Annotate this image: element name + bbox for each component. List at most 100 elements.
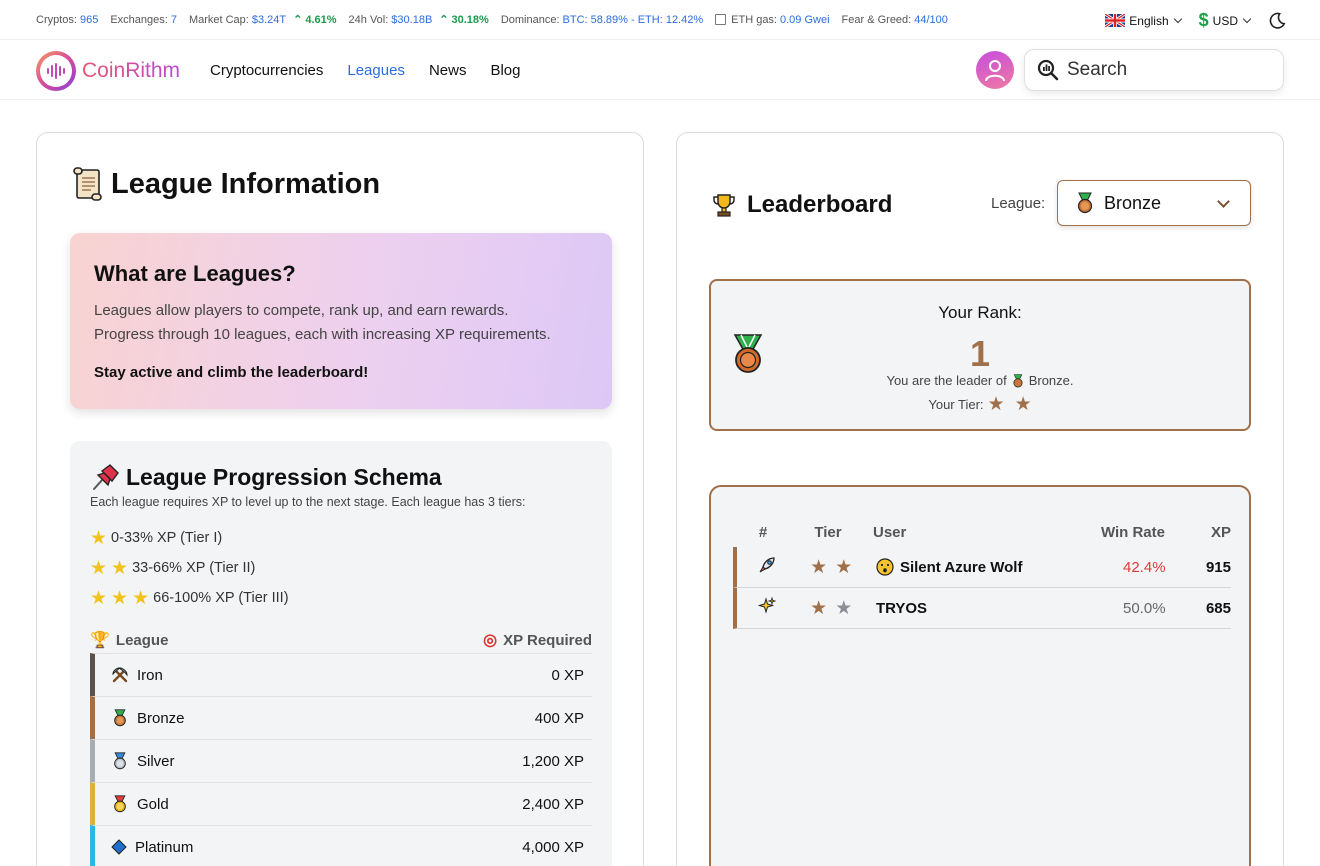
dollar-icon: $ [1198,10,1209,30]
change-value: 30.18% [451,13,489,26]
caret-up-icon: ⌃ [439,14,449,26]
table-header: # Tier User Win Rate XP [733,517,1231,547]
pickaxe-icon [111,666,129,684]
what-are-leagues-card: What are Leagues? Leagues allow players … [70,233,612,409]
dark-mode-toggle-icon[interactable] [1268,12,1286,30]
bronze-medal-icon [1077,192,1093,214]
league-row-platinum: Platinum 4,000 XP [90,825,592,866]
user-cell[interactable]: TRYOS [866,600,1055,617]
star-icon: ★ [987,394,1005,415]
brand-logo[interactable]: CoinRithm [36,51,180,91]
xp-value: 915 [1205,558,1231,576]
col-rank: # [758,523,768,541]
league-dropdown[interactable]: Bronze [1057,180,1251,226]
stat-value: $30.18B [391,13,433,26]
trophy-icon: 🏆 [90,632,110,649]
stat-value: BTC: 58.89% - ETH: 12.42% [562,13,704,26]
stat-label: Market Cap: [188,13,249,26]
currency-selector[interactable]: $ USD [1198,10,1252,31]
league-info-title: League Information [111,167,381,200]
league-xp: 0 XP [551,666,584,684]
stat-cryptos[interactable]: Cryptos: 965 [36,14,98,26]
sparkles-icon [737,596,797,620]
diamond-icon [111,839,127,855]
surprised-face-icon [876,558,894,576]
tier-line-1: ★ 0-33% XP (Tier I) [90,523,592,553]
rocket-icon [737,555,797,579]
tier-stars: ★ ★ [797,556,866,579]
tier-line-3: ★ ★ ★ 66-100% XP (Tier III) [90,583,592,613]
your-rank-card: Your Rank: 1 You are the leader of Bronz… [709,279,1251,431]
nav-link-blog[interactable]: Blog [490,62,520,79]
league-list: Iron 0 XP Bronze 400 XP Silver 1,200 XP Gold 2,… [90,653,592,866]
leader-text: You are the leader of Bronze. [711,373,1249,388]
star-icon: ★ [90,587,108,609]
win-rate: 50.0% [1123,599,1166,617]
volume-change: ⌃ 30.18% [439,13,489,27]
what-line-1: Leagues allow players to compete, rank u… [94,302,509,319]
col-user: User [873,523,907,541]
stat-label: Dominance: [500,13,560,26]
stat-dominance[interactable]: Dominance: BTC: 58.89% - ETH: 12.42% [501,14,703,26]
logo-mark-icon [36,51,76,91]
change-value: 4.61% [305,13,337,26]
search-input[interactable] [1067,59,1267,81]
search-box[interactable] [1024,49,1284,91]
stat-exchanges[interactable]: Exchanges: 7 [110,14,177,26]
nav-link-news[interactable]: News [429,62,467,79]
star-empty-icon: ★ [835,597,853,619]
league-xp-header: 🏆 League ◎ XP Required [90,627,592,653]
star-icon: ★ [132,587,150,609]
col-win-rate: Win Rate [1100,523,1165,541]
username: TRYOS [875,599,928,617]
col-xp-required: XP Required [503,631,592,649]
user-avatar[interactable] [976,51,1014,89]
what-are-leagues-title: What are Leagues? [94,261,296,286]
league-select-label: League: [991,195,1046,212]
stat-value: $3.24T [251,13,287,26]
language-label: English [1129,13,1169,28]
stat-fear-greed[interactable]: Fear & Greed: 44/100 [842,14,948,26]
stat-marketcap[interactable]: Market Cap: $3.24T ⌃ 4.61% [188,13,337,27]
star-icon: ★ [810,597,828,619]
league-name-cell: Platinum [111,839,193,856]
star-icon: ★ [90,557,108,579]
table-row[interactable]: ★ ★ TRYOS 50.0% 685 [733,588,1231,629]
league-row-iron: Iron 0 XP [90,653,592,696]
leader-text-prefix: You are the leader of [886,373,1007,388]
league-name-cell: Iron [111,666,163,684]
league-name: Bronze [137,709,185,727]
league-name: Gold [137,795,169,813]
nav-link-cryptocurrencies[interactable]: Cryptocurrencies [210,62,323,79]
star-icon: ★ [835,556,853,578]
language-selector[interactable]: English [1105,13,1182,28]
marketcap-change: ⌃ 4.61% [293,13,337,27]
league-info-panel: League Information What are Leagues? Lea… [36,132,644,866]
leader-league: Bronze. [1028,373,1074,388]
your-rank-label: Your Rank: [938,303,1022,322]
silver-medal-icon [111,752,129,770]
stat-volume[interactable]: 24h Vol: $30.18B ⌃ 30.18% [349,13,489,27]
tier-line-2: ★ ★ 33-66% XP (Tier II) [90,553,592,583]
win-rate: 42.4% [1123,558,1166,576]
nav-links: Cryptocurrencies Leagues News Blog [210,62,520,79]
tier-stars: ★ ★ [797,597,866,620]
your-tier: Your Tier: ★ ★ [711,393,1249,416]
stat-value: 7 [170,13,177,26]
xp-value: 685 [1205,599,1231,617]
user-cell[interactable]: Silent Azure Wolf [866,558,1055,576]
league-row-silver: Silver 1,200 XP [90,739,592,782]
leaderboard-table: # Tier User Win Rate XP ★ ★ Silent Azure … [709,485,1251,866]
league-xp: 400 XP [534,709,584,727]
league-name-cell: Gold [111,795,169,813]
col-xp: XP [1210,523,1231,541]
league-xp: 2,400 XP [522,795,584,813]
table-row[interactable]: ★ ★ Silent Azure Wolf 42.4% 915 [733,547,1231,588]
stat-gas[interactable]: ETH gas: 0.09 Gwei [715,14,830,26]
league-xp: 4,000 XP [522,838,584,856]
schema-title: League Progression Schema [126,463,442,490]
nav-link-leagues[interactable]: Leagues [347,62,405,79]
top-controls: English $ USD [1105,10,1286,31]
star-icon: ★ [111,587,129,609]
league-name: Platinum [135,838,194,856]
